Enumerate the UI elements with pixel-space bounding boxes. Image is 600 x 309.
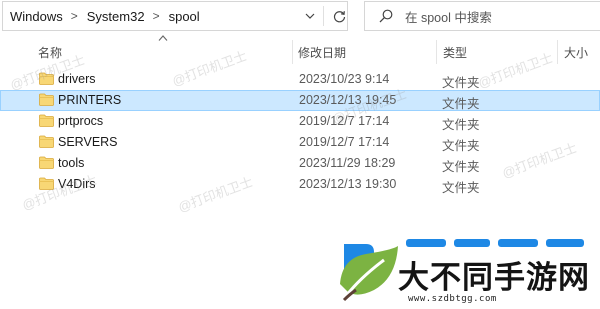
file-name: prtprocs <box>58 114 104 128</box>
search-input[interactable]: 在 spool 中搜索 <box>405 7 492 26</box>
file-name: drivers <box>58 72 96 86</box>
breadcrumb-spool[interactable]: spool <box>169 9 200 24</box>
file-row-v4dirs[interactable]: V4Dirs 2023/12/13 19:30 文件夹 <box>0 174 600 195</box>
file-row-printers[interactable]: PRINTERS 2023/12/13 19:45 文件夹 <box>0 90 600 111</box>
file-date: 2019/12/7 17:14 <box>299 114 390 128</box>
file-name: V4Dirs <box>58 177 96 191</box>
refresh-icon <box>333 10 345 22</box>
address-bar[interactable]: Windows > System32 > spool <box>2 1 348 31</box>
breadcrumb-separator-icon[interactable]: > <box>145 10 169 22</box>
folder-icon <box>39 156 54 169</box>
file-list: drivers 2023/10/23 9:14 文件夹 PRINTERS 202… <box>0 69 600 195</box>
file-date: 2019/12/7 17:14 <box>299 135 390 149</box>
column-divider[interactable] <box>436 40 437 64</box>
file-type: 文件夹 <box>442 76 480 90</box>
column-header-name[interactable]: 名称 <box>38 44 62 61</box>
file-name: SERVERS <box>58 135 118 149</box>
file-date: 2023/11/29 18:29 <box>299 156 396 170</box>
toolbar: Windows > System32 > spool 在 spool 中搜索 <box>0 0 600 34</box>
folder-icon <box>39 93 54 106</box>
refresh-button[interactable] <box>329 2 349 30</box>
address-history-button[interactable] <box>299 2 321 30</box>
leaf-logo-icon <box>340 244 398 302</box>
site-logo: 大不同手游网 www.szdbtgg.com <box>330 232 600 309</box>
file-row-servers[interactable]: SERVERS 2019/12/7 17:14 文件夹 <box>0 132 600 153</box>
file-type: 文件夹 <box>442 160 480 174</box>
breadcrumb-system32[interactable]: System32 <box>87 9 145 24</box>
folder-icon <box>39 114 54 127</box>
column-header-type[interactable]: 类型 <box>443 44 467 61</box>
column-header: 名称 修改日期 类型 大小 <box>0 40 600 64</box>
file-type: 文件夹 <box>442 181 480 195</box>
file-row-tools[interactable]: tools 2023/11/29 18:29 文件夹 <box>0 153 600 174</box>
file-type: 文件夹 <box>442 139 480 153</box>
column-divider[interactable] <box>557 40 558 64</box>
file-name: PRINTERS <box>58 93 122 107</box>
search-icon <box>379 9 393 23</box>
file-type: 文件夹 <box>442 97 480 111</box>
logo-banner-icon <box>406 239 584 247</box>
breadcrumb-separator-icon[interactable]: > <box>63 10 87 22</box>
folder-icon <box>39 135 54 148</box>
breadcrumb-windows[interactable]: Windows <box>3 9 63 24</box>
file-row-prtprocs[interactable]: prtprocs 2019/12/7 17:14 文件夹 <box>0 111 600 132</box>
file-date: 2023/12/13 19:45 <box>299 93 397 107</box>
column-header-size[interactable]: 大小 <box>564 44 588 61</box>
logo-url: www.szdbtgg.com <box>408 294 497 304</box>
column-divider[interactable] <box>292 40 293 64</box>
folder-icon <box>39 72 54 85</box>
search-box[interactable]: 在 spool 中搜索 <box>364 1 600 31</box>
file-type: 文件夹 <box>442 118 480 132</box>
logo-title: 大不同手游网 <box>398 260 590 296</box>
folder-icon <box>39 177 54 190</box>
file-date: 2023/12/13 19:30 <box>299 177 397 191</box>
file-date: 2023/10/23 9:14 <box>299 72 390 86</box>
divider <box>323 6 324 26</box>
column-header-date-modified[interactable]: 修改日期 <box>298 44 346 61</box>
chevron-down-icon <box>305 13 315 19</box>
file-row-drivers[interactable]: drivers 2023/10/23 9:14 文件夹 <box>0 69 600 90</box>
file-name: tools <box>58 156 85 170</box>
